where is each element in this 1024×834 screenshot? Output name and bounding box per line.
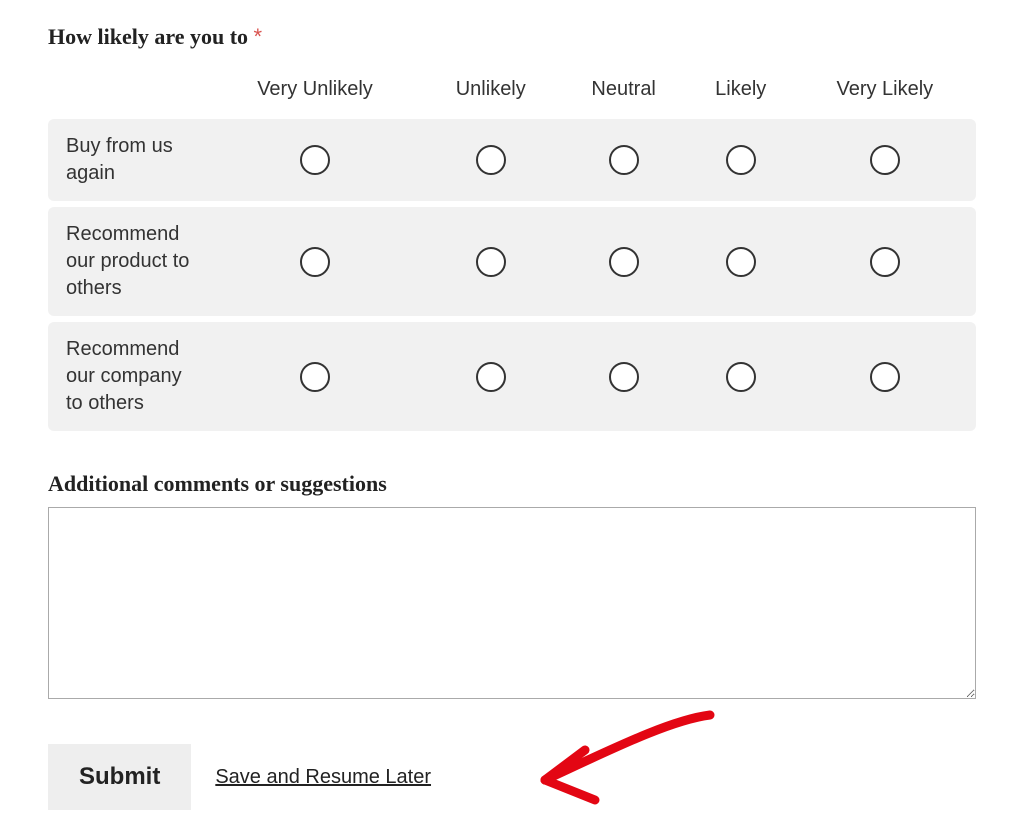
row-label: Recommend our company to others (48, 322, 208, 431)
scale-header: Very Likely (794, 70, 976, 113)
radio-option[interactable] (609, 145, 639, 175)
scale-header: Neutral (560, 70, 688, 113)
comments-input[interactable] (48, 507, 976, 699)
radio-option[interactable] (476, 247, 506, 277)
radio-option[interactable] (476, 145, 506, 175)
question-text: How likely are you to (48, 24, 248, 49)
likert-question-title: How likely are you to * (48, 24, 976, 50)
radio-option[interactable] (300, 247, 330, 277)
table-row: Recommend our company to others (48, 322, 976, 431)
radio-option[interactable] (870, 362, 900, 392)
scale-header: Unlikely (422, 70, 560, 113)
submit-button[interactable]: Submit (48, 744, 191, 810)
form-footer: Submit Save and Resume Later (48, 744, 976, 810)
radio-option[interactable] (609, 247, 639, 277)
radio-option[interactable] (870, 247, 900, 277)
radio-option[interactable] (870, 145, 900, 175)
matrix-header-spacer (48, 70, 208, 113)
row-label: Recommend our product to others (48, 207, 208, 316)
radio-option[interactable] (726, 145, 756, 175)
likert-matrix: Very Unlikely Unlikely Neutral Likely Ve… (48, 64, 976, 437)
row-label: Buy from us again (48, 119, 208, 201)
matrix-header-row: Very Unlikely Unlikely Neutral Likely Ve… (48, 70, 976, 113)
radio-option[interactable] (300, 145, 330, 175)
radio-option[interactable] (476, 362, 506, 392)
radio-option[interactable] (300, 362, 330, 392)
radio-option[interactable] (609, 362, 639, 392)
scale-header: Likely (688, 70, 794, 113)
comments-label: Additional comments or suggestions (48, 471, 976, 497)
radio-option[interactable] (726, 362, 756, 392)
table-row: Recommend our product to others (48, 207, 976, 316)
table-row: Buy from us again (48, 119, 976, 201)
radio-option[interactable] (726, 247, 756, 277)
save-resume-link[interactable]: Save and Resume Later (215, 766, 431, 789)
required-indicator: * (254, 24, 263, 49)
scale-header: Very Unlikely (208, 70, 422, 113)
